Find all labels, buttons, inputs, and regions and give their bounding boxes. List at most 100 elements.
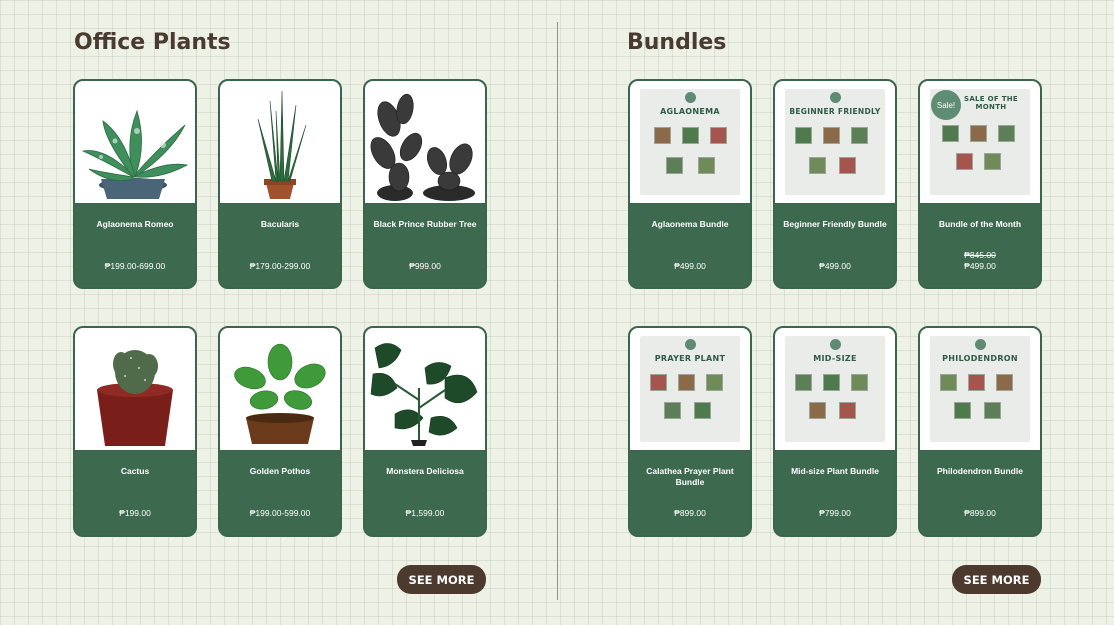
- product-price: ₱179.00-299.00: [249, 261, 311, 271]
- product-image[interactable]: [220, 328, 340, 452]
- bacularis-image: [257, 90, 307, 199]
- bundle-card-mid-size[interactable]: MID-SIZE Mid-size Plant Bundle ₱799.00: [773, 326, 897, 537]
- brand-logo-icon: [684, 92, 696, 103]
- product-image[interactable]: [75, 81, 195, 205]
- bundle-card-bundle-of-the-month[interactable]: Sale! SALE OF THE MONTH Bundle of the Mo…: [918, 79, 1042, 289]
- product-price: ₱499.00: [964, 261, 996, 271]
- bundle-card-aglaonema[interactable]: AGLAONEMA Aglaonema Bundle ₱499.00: [628, 79, 752, 289]
- product-price: ₱1,599.00: [405, 508, 445, 518]
- poster-title: PHILODENDRON: [942, 354, 1018, 363]
- plant-thumb: [942, 125, 959, 142]
- plant-thumb: [706, 374, 723, 391]
- plant-thumb: [998, 125, 1015, 142]
- plant-thumb: [984, 402, 1001, 419]
- plant-thumb: [839, 402, 856, 419]
- plant-thumb: [654, 127, 671, 144]
- product-card-cactus[interactable]: Cactus ₱199.00: [73, 326, 197, 537]
- plant-thumb: [839, 157, 856, 174]
- poster-title: PRAYER PLANT: [654, 354, 726, 363]
- product-card-monstera-deliciosa[interactable]: Monstera Deliciosa ₱1,599.00: [363, 326, 487, 537]
- plant-thumb: [682, 127, 699, 144]
- poster-title: BEGINNER FRIENDLY: [789, 107, 881, 116]
- aglaonema-romeo-image: [81, 109, 189, 199]
- product-image[interactable]: [365, 328, 485, 452]
- plant-thumb: [984, 153, 1001, 170]
- bundles-see-more-button[interactable]: SEE MORE: [952, 565, 1041, 594]
- bundle-poster: MID-SIZE: [785, 336, 885, 442]
- plant-thumb: [698, 157, 715, 174]
- product-original-price: ₱845.00: [964, 250, 996, 260]
- plant-thumb: [968, 374, 985, 391]
- product-image[interactable]: AGLAONEMA: [630, 81, 750, 205]
- product-price: ₱199.00-599.00: [249, 508, 311, 518]
- product-name[interactable]: Mid-size Plant Bundle: [781, 466, 889, 477]
- product-name[interactable]: Aglaonema Bundle: [636, 219, 744, 230]
- plant-thumb: [666, 157, 683, 174]
- product-image[interactable]: PHILODENDRON: [920, 328, 1040, 452]
- product-image[interactable]: [75, 328, 195, 452]
- plant-thumb: [809, 402, 826, 419]
- plant-thumb: [851, 127, 868, 144]
- poster-title: MID-SIZE: [813, 354, 857, 363]
- plant-thumb: [823, 127, 840, 144]
- product-price: ₱899.00: [674, 508, 706, 518]
- plant-thumb: [678, 374, 695, 391]
- product-name[interactable]: Black Prince Rubber Tree: [371, 219, 479, 230]
- bundle-poster: PRAYER PLANT: [640, 336, 740, 442]
- golden-pothos-image: [234, 343, 326, 444]
- office-see-more-button[interactable]: SEE MORE: [397, 565, 486, 594]
- office-plants-title: Office Plants: [74, 30, 231, 55]
- product-card-golden-pothos[interactable]: Golden Pothos ₱199.00-599.00: [218, 326, 342, 537]
- product-image[interactable]: PRAYER PLANT: [630, 328, 750, 452]
- bundle-card-beginner-friendly[interactable]: BEGINNER FRIENDLY Beginner Friendly Bund…: [773, 79, 897, 289]
- brand-logo-icon: [684, 339, 696, 350]
- product-price: ₱899.00: [964, 508, 996, 518]
- product-name[interactable]: Bacularis: [226, 219, 334, 230]
- product-price: ₱199.00: [119, 508, 151, 518]
- plant-thumb: [710, 127, 727, 144]
- brand-logo-icon: [829, 92, 841, 103]
- product-image[interactable]: BEGINNER FRIENDLY: [775, 81, 895, 205]
- section-divider: [557, 22, 558, 600]
- product-name[interactable]: Bundle of the Month: [926, 219, 1034, 230]
- plant-thumb: [996, 374, 1013, 391]
- product-card-black-prince-rubber-tree[interactable]: Black Prince Rubber Tree ₱999.00: [363, 79, 487, 289]
- plant-thumb: [970, 125, 987, 142]
- product-image[interactable]: [220, 81, 340, 205]
- product-image[interactable]: MID-SIZE: [775, 328, 895, 452]
- plant-thumb: [851, 374, 868, 391]
- product-name[interactable]: Golden Pothos: [226, 466, 334, 477]
- plant-thumb: [664, 402, 681, 419]
- product-price: ₱799.00: [819, 508, 851, 518]
- product-price: ₱499.00: [674, 261, 706, 271]
- product-name[interactable]: Monstera Deliciosa: [371, 466, 479, 477]
- bundle-card-prayer-plant[interactable]: PRAYER PLANT Calathea Prayer Plant Bundl…: [628, 326, 752, 537]
- plant-thumb: [954, 402, 971, 419]
- plant-thumb: [956, 153, 973, 170]
- bundle-poster: BEGINNER FRIENDLY: [785, 89, 885, 195]
- product-name[interactable]: Beginner Friendly Bundle: [781, 219, 889, 230]
- plant-thumb: [650, 374, 667, 391]
- brand-logo-icon: [974, 339, 986, 350]
- product-name[interactable]: Cactus: [81, 466, 189, 477]
- bundle-card-philodendron[interactable]: PHILODENDRON Philodendron Bundle ₱899.00: [918, 326, 1042, 537]
- product-price: ₱999.00: [409, 261, 441, 271]
- sale-badge: Sale!: [931, 90, 961, 120]
- product-image[interactable]: [365, 81, 485, 205]
- product-name[interactable]: Calathea Prayer Plant Bundle: [636, 466, 744, 488]
- product-name[interactable]: Aglaonema Romeo: [81, 219, 189, 230]
- brand-logo-icon: [829, 339, 841, 350]
- product-image[interactable]: Sale! SALE OF THE MONTH: [920, 81, 1040, 205]
- poster-title: AGLAONEMA: [660, 107, 720, 116]
- plant-thumb: [940, 374, 957, 391]
- product-card-aglaonema-romeo[interactable]: Aglaonema Romeo ₱199.00-699.00: [73, 79, 197, 289]
- product-name[interactable]: Philodendron Bundle: [926, 466, 1034, 477]
- cactus-image: [97, 350, 173, 446]
- product-price: ₱499.00: [819, 261, 851, 271]
- product-price: ₱199.00-699.00: [104, 261, 166, 271]
- monstera-deliciosa-image: [370, 343, 478, 446]
- plant-thumb: [795, 127, 812, 144]
- product-card-bacularis[interactable]: Bacularis ₱179.00-299.00: [218, 79, 342, 289]
- plant-thumb: [694, 402, 711, 419]
- bundle-poster: PHILODENDRON: [930, 336, 1030, 442]
